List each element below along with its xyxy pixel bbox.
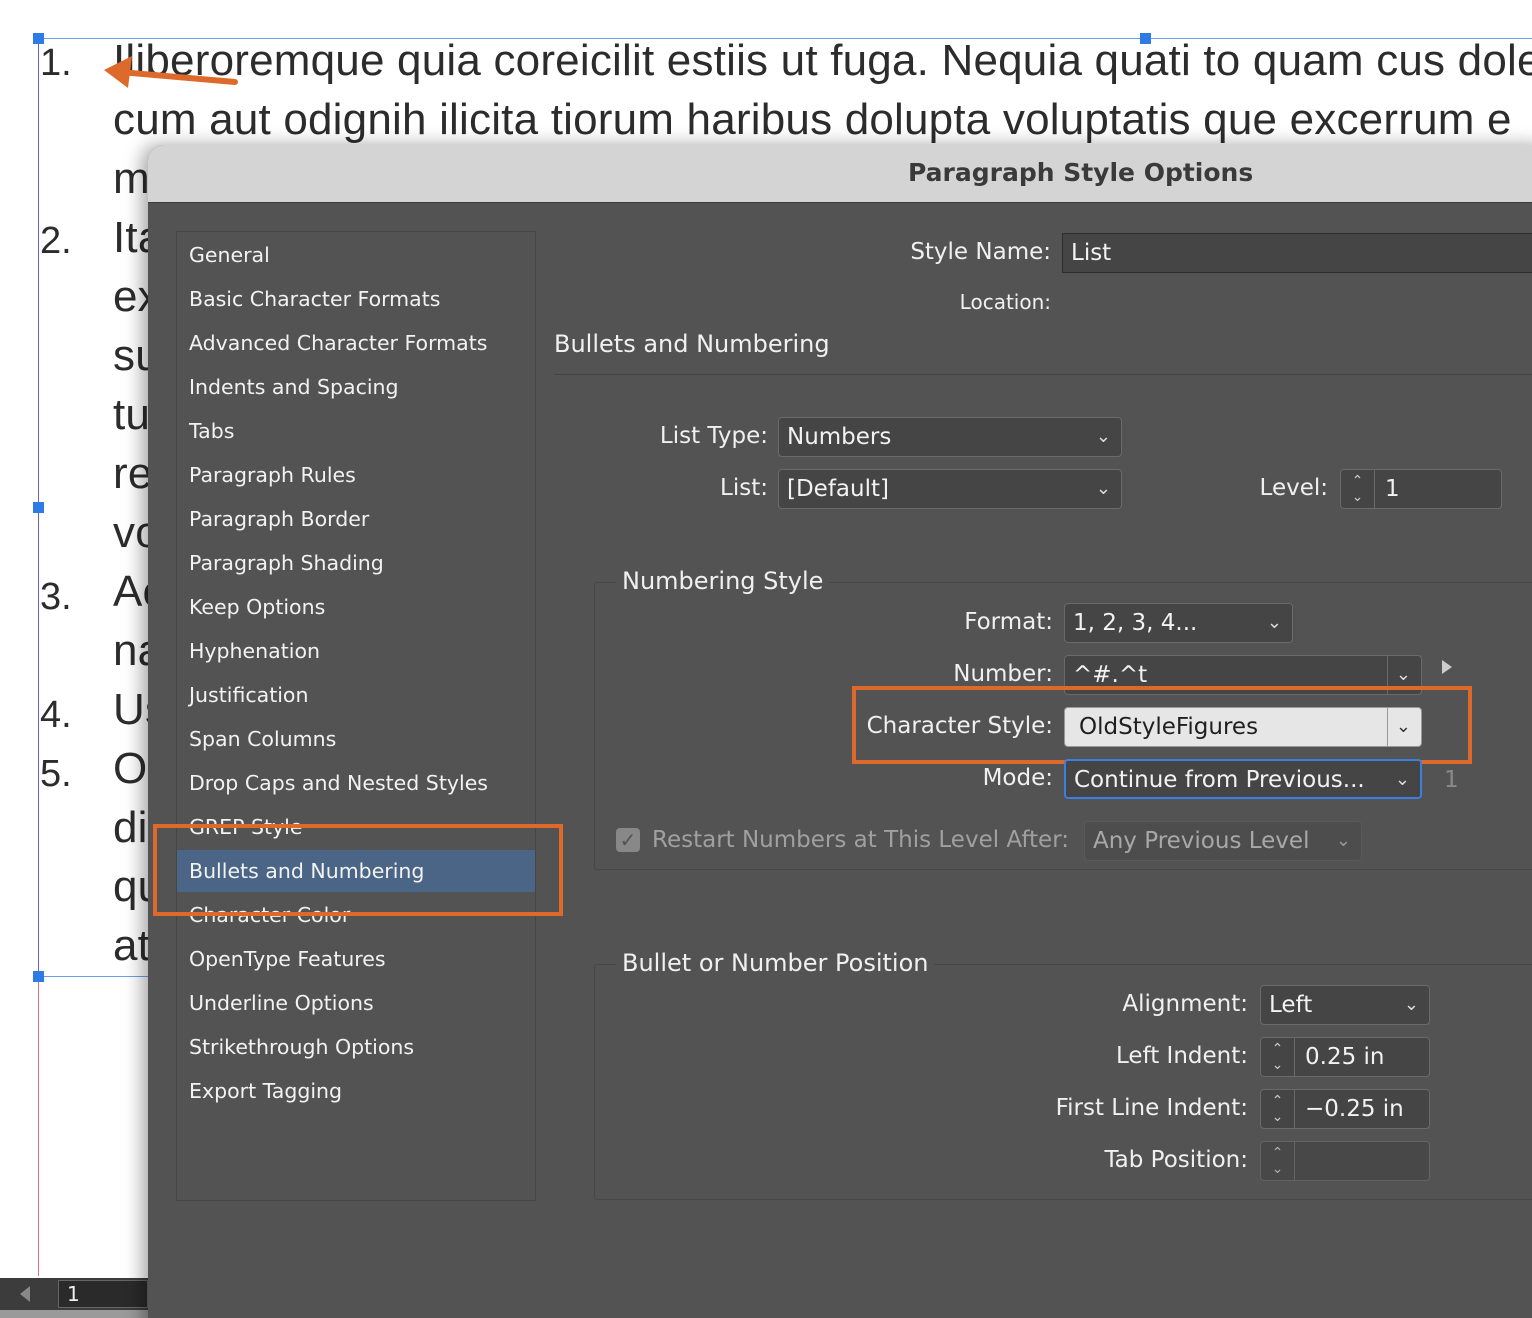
tab-position-stepper[interactable]: ⌃ ⌄: [1260, 1141, 1430, 1181]
sidebar-item-keep-options[interactable]: Keep Options: [177, 586, 535, 628]
level-stepper[interactable]: ⌃ ⌄ 1: [1340, 469, 1502, 509]
list-label: List:: [720, 475, 768, 501]
chevron-down-icon: ⌄: [1394, 769, 1410, 790]
stepper-arrows-icon[interactable]: ⌃ ⌄: [1261, 1090, 1295, 1128]
mode-value: Continue from Previous...: [1074, 767, 1365, 793]
restart-numbers-label: Restart Numbers at This Level After:: [652, 827, 1069, 853]
sidebar-item-paragraph-shading[interactable]: Paragraph Shading: [177, 542, 535, 584]
list-number: 4.: [40, 694, 72, 736]
alignment-label: Alignment:: [1122, 991, 1248, 1017]
list-number: 1.: [40, 42, 72, 84]
list-dropdown[interactable]: [Default] ⌄: [778, 469, 1122, 509]
chevron-down-icon: ⌄: [1095, 478, 1111, 499]
mode-label: Mode:: [982, 765, 1053, 791]
chevron-down-icon: ⌄: [1335, 830, 1351, 851]
dialog-title: Paragraph Style Options: [908, 158, 1254, 187]
stepper-arrows-icon[interactable]: ⌃ ⌄: [1261, 1142, 1295, 1180]
chevron-down-icon: ⌄: [1266, 612, 1282, 633]
sidebar-item-tabs[interactable]: Tabs: [177, 410, 535, 452]
page-navigation: 1: [0, 1278, 148, 1310]
category-list: General Basic Character Formats Advanced…: [176, 231, 536, 1201]
location-label: Location:: [959, 290, 1051, 314]
sidebar-item-drop-caps[interactable]: Drop Caps and Nested Styles: [177, 762, 535, 804]
character-style-highlight-box: [852, 686, 1472, 764]
sidebar-item-advanced-character-formats[interactable]: Advanced Character Formats: [177, 322, 535, 364]
sidebar-item-paragraph-rules[interactable]: Paragraph Rules: [177, 454, 535, 496]
sidebar-item-underline-options[interactable]: Underline Options: [177, 982, 535, 1024]
frame-handle-bottom-left[interactable]: [33, 971, 44, 982]
document-text-line: at: [113, 921, 151, 970]
list-type-dropdown[interactable]: Numbers ⌄: [778, 417, 1122, 457]
number-value: ^#.^t: [1073, 662, 1148, 688]
restart-numbers-checkbox[interactable]: ✓: [616, 828, 640, 852]
left-indent-label: Left Indent:: [1115, 1043, 1248, 1069]
bleed-guide: [38, 976, 39, 1276]
document-text-line: di: [113, 803, 148, 852]
mode-start-number: 1: [1444, 767, 1459, 793]
left-indent-stepper[interactable]: ⌃ ⌄ 0.25 in: [1260, 1037, 1430, 1077]
dialog-titlebar[interactable]: Paragraph Style Options: [148, 145, 1532, 203]
sidebar-item-strikethrough-options[interactable]: Strikethrough Options: [177, 1026, 535, 1068]
list-number: 3.: [40, 576, 72, 618]
list-value: [Default]: [787, 476, 889, 502]
style-name-input[interactable]: List: [1062, 233, 1532, 273]
position-title: Bullet or Number Position: [616, 949, 935, 977]
numbering-style-title: Numbering Style: [616, 567, 830, 595]
sidebar-item-basic-character-formats[interactable]: Basic Character Formats: [177, 278, 535, 320]
list-number: 5.: [40, 753, 72, 795]
sidebar-item-justification[interactable]: Justification: [177, 674, 535, 716]
section-title: Bullets and Numbering: [554, 330, 830, 358]
sidebar-item-hyphenation[interactable]: Hyphenation: [177, 630, 535, 672]
restart-level-value: Any Previous Level: [1093, 828, 1310, 854]
previous-page-icon[interactable]: [20, 1286, 30, 1302]
sidebar-item-indents-and-spacing[interactable]: Indents and Spacing: [177, 366, 535, 408]
paragraph-style-options-dialog: Paragraph Style Options General Basic Ch…: [148, 145, 1532, 1318]
list-number: 2.: [40, 220, 72, 262]
page-number-field[interactable]: 1: [58, 1280, 148, 1308]
document-text-line: tu: [113, 390, 151, 439]
sidebar-item-span-columns[interactable]: Span Columns: [177, 718, 535, 760]
format-value: 1, 2, 3, 4...: [1073, 610, 1198, 636]
chevron-down-icon: ⌄: [1095, 426, 1111, 447]
number-label: Number:: [953, 661, 1053, 687]
restart-level-dropdown[interactable]: Any Previous Level ⌄: [1084, 821, 1362, 861]
document-text-line: m: [113, 154, 150, 203]
left-indent-value: 0.25 in: [1305, 1044, 1385, 1070]
first-line-indent-value: −0.25 in: [1305, 1096, 1404, 1122]
stepper-arrows-icon[interactable]: ⌃ ⌄: [1341, 470, 1375, 508]
scrollbar-track: [0, 1310, 148, 1318]
sidebar-item-export-tagging[interactable]: Export Tagging: [177, 1070, 535, 1112]
document-text-line: Iliberoremque quia coreicilit estiis ut …: [113, 36, 1532, 85]
first-line-indent-stepper[interactable]: ⌃ ⌄ −0.25 in: [1260, 1089, 1430, 1129]
list-type-label: List Type:: [659, 423, 768, 449]
first-line-indent-label: First Line Indent:: [1055, 1095, 1248, 1121]
section-divider: [554, 374, 1532, 375]
stepper-arrows-icon[interactable]: ⌃ ⌄: [1261, 1038, 1295, 1076]
sidebar-item-paragraph-border[interactable]: Paragraph Border: [177, 498, 535, 540]
insert-special-character-icon[interactable]: [1442, 660, 1452, 674]
mode-dropdown[interactable]: Continue from Previous... ⌄: [1064, 759, 1422, 799]
orange-arrow-icon: [104, 56, 238, 88]
alignment-dropdown[interactable]: Left ⌄: [1260, 985, 1430, 1025]
style-name-label: Style Name:: [910, 239, 1051, 265]
format-label: Format:: [964, 609, 1053, 635]
document-text-line: cum aut odignih ilicita tiorum haribus d…: [113, 95, 1512, 144]
frame-handle-middle-left[interactable]: [33, 502, 44, 513]
sidebar-item-general[interactable]: General: [177, 234, 535, 276]
sidebar-item-opentype-features[interactable]: OpenType Features: [177, 938, 535, 980]
list-type-value: Numbers: [787, 424, 892, 450]
chevron-down-icon: ⌄: [1403, 994, 1419, 1015]
format-dropdown[interactable]: 1, 2, 3, 4... ⌄: [1064, 603, 1293, 643]
level-value: 1: [1385, 476, 1400, 502]
tab-position-label: Tab Position:: [1104, 1147, 1248, 1173]
document-text-line: re: [113, 449, 153, 498]
level-label: Level:: [1259, 475, 1328, 501]
alignment-value: Left: [1269, 992, 1313, 1018]
document-text-line: O: [113, 744, 148, 793]
sidebar-highlight-box: [153, 824, 563, 916]
